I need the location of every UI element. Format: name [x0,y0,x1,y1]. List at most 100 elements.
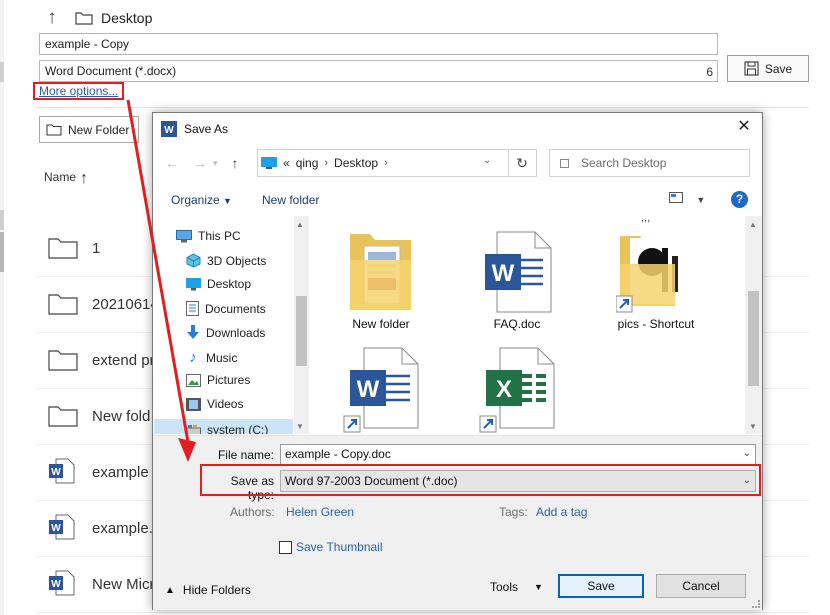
chevron-down-icon[interactable]: ⌄ [483,155,491,166]
file-item-label: FAQ.doc [493,317,541,331]
authors-label: Authors: [230,505,275,519]
search-input[interactable]: Search Desktop [549,149,750,177]
filename-input[interactable]: example - Copy [39,33,718,55]
nav-item-pictures[interactable]: Pictures [186,373,250,387]
address-overflow[interactable]: « [283,156,290,170]
nav-label: Pictures [207,373,251,387]
nav-label: Videos [207,397,244,411]
edge-mark [0,210,4,230]
more-options-link[interactable]: More options... [33,82,124,100]
save-as-dialog: W Save As ✕ ← → ▾ ↑ « qing › Desktop › ⌄… [152,112,763,610]
svg-text:X: X [496,376,512,403]
nav-item-3d-objects[interactable]: 3D Objects [186,253,266,268]
left-edge-strip [0,0,4,615]
svg-text:W: W [51,467,61,478]
help-icon[interactable]: ? [731,191,748,208]
dropdown-icon: ▼ [223,196,232,206]
save-label: Save [764,61,793,76]
up-arrow-icon[interactable]: ↑ [42,8,62,28]
list-item-label: 1 [92,240,101,257]
save-thumbnail-checkbox[interactable]: Save Thumbnail [279,540,383,554]
nav-item-videos[interactable]: Videos [186,397,243,411]
file-item-excel-shortcut[interactable]: X [457,346,577,434]
dialog-toolbar: Organize ▼ New folder ▼ ? [153,186,762,214]
word-doc-icon: W [49,570,75,596]
desktop-icon [261,157,277,169]
tags-label: Tags: [499,505,528,519]
folder-icon [350,234,411,310]
scroll-down-icon[interactable]: ▼ [296,422,304,431]
tags-value[interactable]: Add a tag [536,505,587,519]
tools-menu[interactable]: Tools ▼ [490,580,543,594]
videos-icon [186,397,201,411]
file-item-faq[interactable]: W FAQ.doc [457,216,577,331]
name-column-header[interactable]: Name ↑ [44,168,89,187]
file-item-new-folder[interactable]: New folder [321,216,441,331]
hide-folders-label: Hide Folders [182,583,251,597]
dialog-title: Save As [184,122,229,136]
file-item-pics-shortcut[interactable]: pics - Shortcut [596,216,716,331]
close-icon[interactable]: ✕ [735,118,753,136]
scroll-thumb[interactable] [748,291,759,386]
new-folder-button[interactable]: New folder [262,193,319,207]
cancel-button[interactable]: Cancel [656,574,746,598]
list-item-label: 20210614 [92,296,159,313]
scroll-up-icon[interactable]: ▲ [749,220,757,229]
resize-grip[interactable] [752,600,760,608]
crumb-qing[interactable]: qing [296,156,319,170]
file-list: ,,, New folder W FAQ.doc pics - Shortcut… [311,216,745,434]
up-arrow-icon[interactable]: ↑ [232,155,239,173]
view-icon [669,192,683,203]
scroll-down-icon[interactable]: ▼ [749,422,757,431]
nav-item-desktop[interactable]: Desktop [186,277,251,291]
file-item-word-shortcut[interactable]: W [321,346,441,434]
recent-chevron-icon[interactable]: ▾ [213,158,218,173]
nav-item-music[interactable]: ♪ Music [186,349,237,366]
file-name-value: example - Copy.doc [285,447,391,461]
authors-value[interactable]: Helen Green [286,505,354,519]
filetype-value: Word Document (*.docx) [45,64,177,78]
list-item-label: extend pr [92,352,155,369]
name-header-label: Name [44,170,77,184]
svg-text:W: W [164,125,174,136]
chevron-down-icon[interactable]: ⌄ [743,448,751,459]
scroll-up-icon[interactable]: ▲ [296,220,304,229]
svg-text:W: W [51,579,61,590]
nav-item-system-c[interactable]: system (C:) [154,419,293,434]
chevron-right-icon[interactable]: › [324,157,328,169]
refresh-icon[interactable]: ↻ [508,149,535,177]
tools-label: Tools [490,580,519,594]
excel-shortcut-icon: X [479,347,555,433]
forward-arrow-icon[interactable]: → [193,155,207,173]
dialog-titlebar: W Save As [161,121,228,137]
save-button[interactable]: Save [558,574,644,598]
pictures-icon [186,373,201,387]
checkbox-icon[interactable] [279,540,292,554]
new-folder-button[interactable]: New Folder [39,116,139,143]
nav-item-documents[interactable]: Documents [186,301,266,316]
list-item-label: example [92,464,149,481]
view-options[interactable]: ▼ [669,192,705,206]
back-arrow-icon[interactable]: ← [165,155,179,173]
crumb-desktop[interactable]: Desktop [334,156,378,170]
nav-label: Downloads [206,325,266,340]
nav-item-this-pc[interactable]: This PC [176,229,241,243]
folder-icon [48,238,78,259]
nav-item-downloads[interactable]: Downloads [186,325,265,340]
organize-menu[interactable]: Organize ▼ [171,193,232,207]
save-button[interactable]: Save [727,55,809,82]
word-shortcut-icon: W [343,347,419,433]
hide-folders-button[interactable]: ▲ Hide Folders [165,583,251,597]
filetype-select[interactable]: Word Document (*.docx) 6 [39,60,718,82]
nav-scrollbar[interactable]: ▲ ▼ [294,216,309,434]
file-name-label: File name: [217,448,274,462]
sort-ascending-icon: ↑ [80,170,89,187]
drive-icon [186,424,201,434]
nav-buttons: ← → ▾ ↑ [165,155,239,173]
scroll-thumb[interactable] [296,296,307,366]
files-scrollbar[interactable]: ▲ ▼ [745,216,762,434]
location-path[interactable]: Desktop [101,10,152,26]
chevron-right-icon[interactable]: › [384,157,388,169]
file-name-input[interactable]: example - Copy.doc ⌄ [280,444,756,465]
highlight-box [200,464,761,496]
